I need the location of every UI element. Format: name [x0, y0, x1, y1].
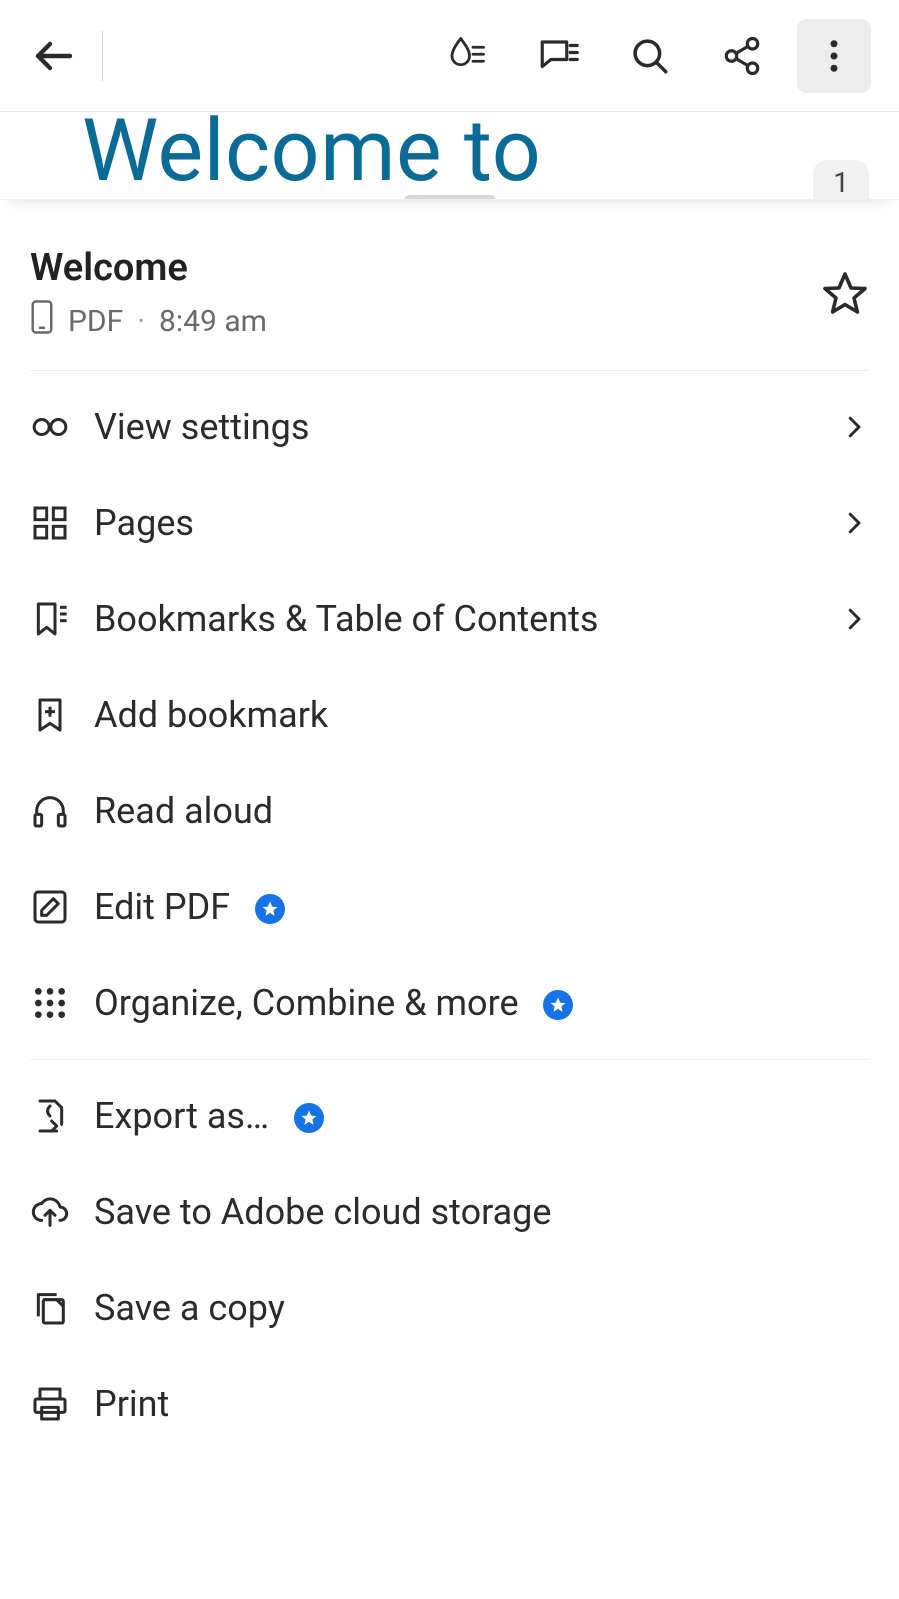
favorite-button[interactable] [821, 270, 869, 318]
menu-list: View settings Pages Bookmarks & Table of… [30, 371, 869, 1452]
menu-label: Export as… [94, 1095, 869, 1137]
view-settings-item[interactable]: View settings [30, 379, 869, 475]
organize-combine-item[interactable]: Organize, Combine & more [30, 955, 869, 1051]
add-bookmark-item[interactable]: Add bookmark [30, 667, 869, 763]
menu-label: Read aloud [94, 790, 869, 832]
separator-dot: · [137, 304, 145, 339]
chevron-right-icon [839, 508, 869, 538]
chevron-right-icon [839, 412, 869, 442]
menu-label: Edit PDF [94, 886, 869, 928]
document-title: Welcome to [82, 112, 541, 200]
menu-label: Organize, Combine & more [94, 982, 869, 1024]
save-copy-item[interactable]: Save a copy [30, 1260, 869, 1356]
file-time: 8:49 am [159, 304, 267, 339]
file-header: Welcome PDF · 8:49 am [30, 200, 869, 371]
add-bookmark-icon [30, 695, 94, 735]
top-toolbar [0, 0, 899, 112]
comment-button[interactable] [521, 19, 595, 93]
menu-label: Bookmarks & Table of Contents [94, 598, 839, 640]
export-as-item[interactable]: Export as… [30, 1068, 869, 1164]
premium-star-icon [255, 894, 285, 924]
edit-icon [30, 887, 94, 927]
menu-label: Pages [94, 502, 839, 544]
file-type: PDF [68, 304, 123, 339]
menu-label: View settings [94, 406, 839, 448]
page-number-badge[interactable]: 1 [813, 160, 869, 199]
grid-dots-icon [30, 983, 94, 1023]
menu-label: Add bookmark [94, 694, 869, 736]
chevron-right-icon [839, 604, 869, 634]
menu-label: Save a copy [94, 1287, 869, 1329]
search-button[interactable] [613, 19, 687, 93]
menu-label: Save to Adobe cloud storage [94, 1191, 869, 1233]
file-name: Welcome [30, 246, 821, 290]
menu-separator [30, 1059, 869, 1060]
headphones-icon [30, 791, 94, 831]
file-meta: PDF · 8:49 am [30, 300, 821, 342]
overflow-menu-button[interactable] [797, 19, 871, 93]
export-icon [30, 1096, 94, 1136]
bookmark-list-icon [30, 599, 94, 639]
print-icon [30, 1384, 94, 1424]
premium-star-icon [294, 1103, 324, 1133]
pages-grid-icon [30, 503, 94, 543]
toolbar-divider [102, 31, 103, 81]
bookmarks-toc-item[interactable]: Bookmarks & Table of Contents [30, 571, 869, 667]
pages-item[interactable]: Pages [30, 475, 869, 571]
liquid-mode-button[interactable] [429, 19, 503, 93]
sheet-drag-handle[interactable] [404, 195, 496, 200]
glasses-icon [30, 407, 94, 447]
print-item[interactable]: Print [30, 1356, 869, 1452]
menu-label: Print [94, 1383, 869, 1425]
share-button[interactable] [705, 19, 779, 93]
read-aloud-item[interactable]: Read aloud [30, 763, 869, 859]
document-preview: Welcome to 1 [0, 112, 899, 200]
device-icon [30, 300, 54, 342]
premium-star-icon [543, 990, 573, 1020]
edit-pdf-item[interactable]: Edit PDF [30, 859, 869, 955]
overflow-sheet: Welcome PDF · 8:49 am View settings [0, 200, 899, 1452]
back-button[interactable] [30, 32, 78, 80]
save-cloud-item[interactable]: Save to Adobe cloud storage [30, 1164, 869, 1260]
cloud-upload-icon [30, 1192, 94, 1232]
copy-icon [30, 1288, 94, 1328]
